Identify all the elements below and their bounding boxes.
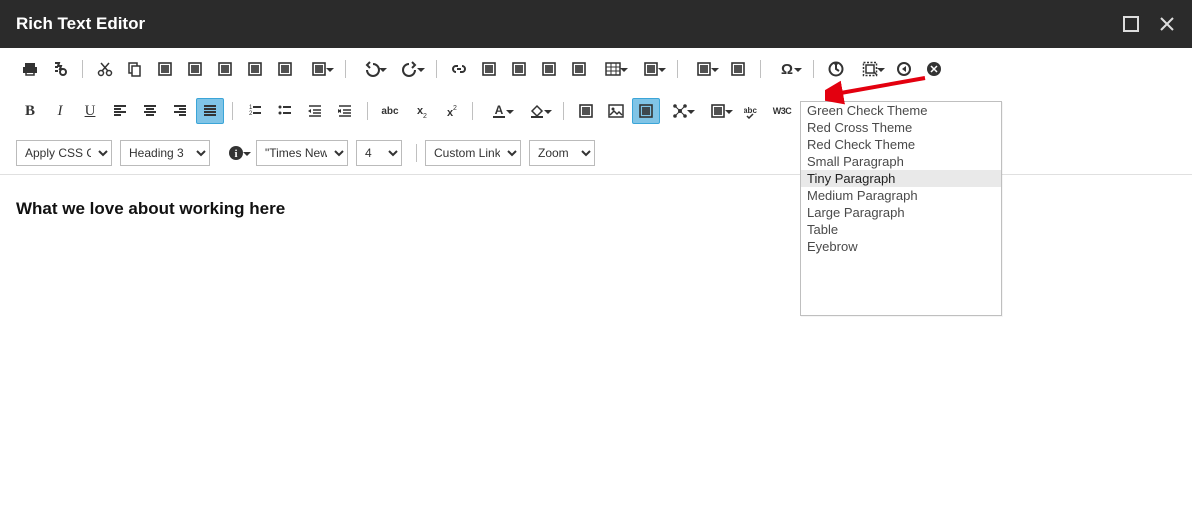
separator: [472, 102, 473, 120]
template-option[interactable]: Red Cross Theme: [801, 119, 1001, 136]
align-right-button[interactable]: [166, 98, 194, 124]
template-option[interactable]: Medium Paragraph: [801, 187, 1001, 204]
close-button[interactable]: [1158, 15, 1176, 33]
document-manager-button[interactable]: [535, 56, 563, 82]
svg-text:Ω: Ω: [781, 61, 793, 77]
separator: [82, 60, 83, 78]
find-button[interactable]: [46, 56, 74, 82]
separator: [232, 102, 233, 120]
template-option[interactable]: Eyebrow: [801, 238, 1001, 255]
about-dropdown[interactable]: i: [218, 140, 254, 166]
paragraph-style-combo[interactable]: Heading 3: [120, 140, 210, 166]
media-manager-button[interactable]: [505, 56, 533, 82]
copy-button[interactable]: [121, 56, 149, 82]
style-builder-button[interactable]: [890, 56, 918, 82]
template-option[interactable]: Tiny Paragraph: [801, 170, 1001, 187]
paste-html-button[interactable]: [241, 56, 269, 82]
cut-button[interactable]: [91, 56, 119, 82]
title-bar: Rich Text Editor: [0, 0, 1192, 48]
format-painter-button[interactable]: [301, 56, 337, 82]
font-size-combo[interactable]: 4: [356, 140, 402, 166]
back-color-button[interactable]: [519, 98, 555, 124]
font-name-combo[interactable]: "Times New ...: [256, 140, 348, 166]
link-manager-button[interactable]: [445, 56, 473, 82]
template-option[interactable]: Small Paragraph: [801, 153, 1001, 170]
undo-button[interactable]: [354, 56, 390, 82]
svg-text:A: A: [495, 103, 504, 117]
template-option[interactable]: Table: [801, 221, 1001, 238]
align-left-button[interactable]: [106, 98, 134, 124]
svg-text:2: 2: [453, 105, 457, 112]
templates-dropdown-menu[interactable]: Green Check ThemeRed Cross ThemeRed Chec…: [800, 101, 1002, 316]
template-option[interactable]: Large Paragraph: [801, 204, 1001, 221]
table-wizard-button[interactable]: [633, 56, 669, 82]
special-char-button[interactable]: Ω: [769, 56, 805, 82]
abc-button[interactable]: abc: [376, 98, 404, 124]
superscript-button[interactable]: x2: [436, 98, 464, 124]
toolbar: Ω BIU12abcx2x2AabcW3C Apply CSS Cl... He…: [0, 48, 1192, 175]
separator: [367, 102, 368, 120]
paste-button[interactable]: [151, 56, 179, 82]
image-manager-button[interactable]: [475, 56, 503, 82]
apply-css-class-combo[interactable]: Apply CSS Cl...: [16, 140, 112, 166]
separator: [677, 60, 678, 78]
table-button[interactable]: [595, 56, 631, 82]
paste-text-button[interactable]: [181, 56, 209, 82]
date-time-button[interactable]: [822, 56, 850, 82]
indent-button[interactable]: [301, 98, 329, 124]
groupbox-button[interactable]: [572, 98, 600, 124]
module-button[interactable]: [662, 98, 698, 124]
ordered-list-button[interactable]: 12: [241, 98, 269, 124]
underline-button[interactable]: U: [76, 98, 104, 124]
separator: [436, 60, 437, 78]
xhtml-validator-button[interactable]: [920, 56, 948, 82]
subscript-button[interactable]: x2: [406, 98, 434, 124]
insert-image-button[interactable]: [602, 98, 630, 124]
font-color-button[interactable]: A: [481, 98, 517, 124]
unordered-list-button[interactable]: [271, 98, 299, 124]
custom-links-combo[interactable]: Custom Links: [425, 140, 521, 166]
editor-content-area[interactable]: What we love about working here: [0, 175, 1192, 243]
separator: [345, 60, 346, 78]
absolute-button[interactable]: [700, 98, 736, 124]
snippet-button[interactable]: [724, 56, 752, 82]
separator: [813, 60, 814, 78]
toolbar-row-2: BIU12abcx2x2AabcW3C: [0, 90, 1192, 132]
toolbar-row-3: Apply CSS Cl... Heading 3 i "Times New .…: [0, 132, 1192, 174]
toolbar-row-1: Ω: [0, 48, 1192, 90]
zoom-combo[interactable]: Zoom: [529, 140, 595, 166]
heading-text[interactable]: What we love about working here: [16, 199, 1176, 219]
flash-manager-button[interactable]: [565, 56, 593, 82]
w3c-button[interactable]: W3C: [768, 98, 796, 124]
bold-button[interactable]: B: [16, 98, 44, 124]
outdent-button[interactable]: [331, 98, 359, 124]
template-option[interactable]: Red Check Theme: [801, 136, 1001, 153]
svg-text:abc: abc: [744, 106, 757, 115]
paste-rtf-button[interactable]: [271, 56, 299, 82]
svg-text:2: 2: [423, 113, 427, 119]
paste-word-button[interactable]: [211, 56, 239, 82]
spellcheck-button[interactable]: abc: [738, 98, 766, 124]
separator: [760, 60, 761, 78]
format-stripper-button[interactable]: [686, 56, 722, 82]
print-button[interactable]: [16, 56, 44, 82]
align-center-button[interactable]: [136, 98, 164, 124]
redo-button[interactable]: [392, 56, 428, 82]
template-option[interactable]: Green Check Theme: [801, 102, 1001, 119]
align-justify-button[interactable]: [196, 98, 224, 124]
image-map-button[interactable]: [632, 98, 660, 124]
italic-button[interactable]: I: [46, 98, 74, 124]
separator: [563, 102, 564, 120]
svg-text:2: 2: [249, 111, 253, 117]
separator: [416, 144, 417, 162]
maximize-button[interactable]: [1122, 15, 1140, 33]
template-button[interactable]: [852, 56, 888, 82]
window-title: Rich Text Editor: [16, 14, 145, 34]
svg-text:i: i: [234, 148, 237, 160]
